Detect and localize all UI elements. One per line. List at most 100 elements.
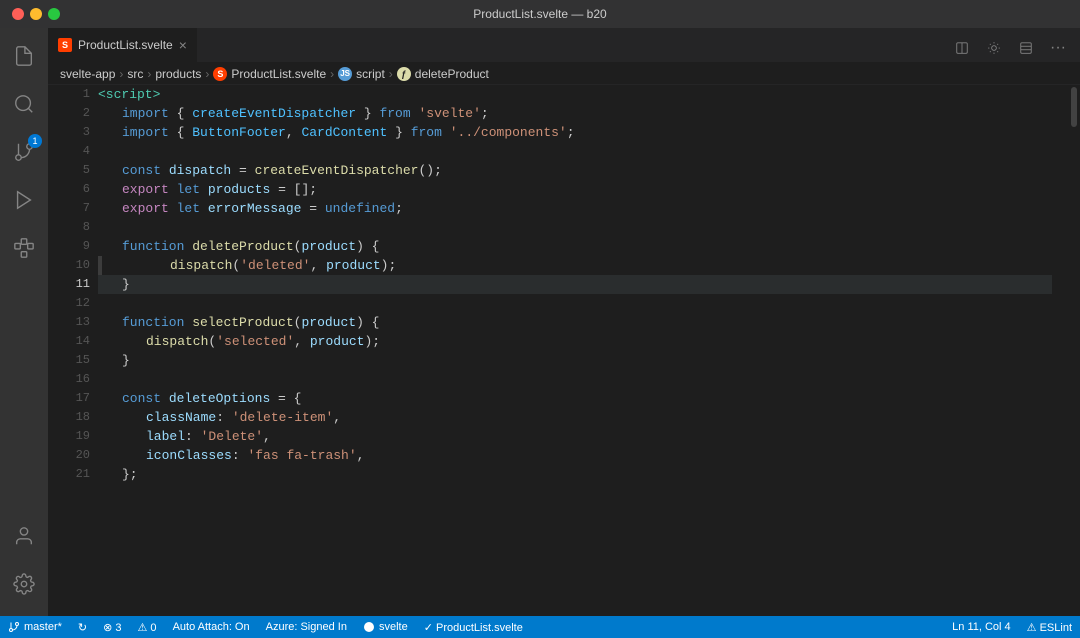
line-num-7: 7 [48,199,90,218]
svelte-item[interactable]: svelte [355,616,416,638]
cursor-position: Ln 11, Col 4 [952,621,1011,633]
svelte-label: svelte [379,621,408,633]
line-num-1: 1 [48,85,90,104]
sidebar-item-run[interactable] [0,176,48,224]
code-line-4 [98,142,1052,161]
code-line-8 [98,218,1052,237]
breadcrumb-src[interactable]: src [127,67,143,81]
azure-item[interactable]: Azure: Signed In [258,616,355,638]
maximize-button[interactable] [48,8,60,20]
line-num-5: 5 [48,161,90,180]
code-editor[interactable]: 1 2 3 4 5 6 7 8 9 10 11 12 13 14 15 16 1… [48,85,1080,616]
code-line-6: export let products = []; [98,180,1052,199]
code-line-5: const dispatch = createEventDispatcher()… [98,161,1052,180]
settings-button[interactable] [980,34,1008,62]
source-control-badge: 1 [28,134,42,148]
warnings-item[interactable]: ⚠ 0 [130,616,165,638]
code-line-10: dispatch('deleted', product); [98,256,1052,275]
breadcrumb-script-icon: JS [338,67,352,81]
sidebar-item-files[interactable] [0,32,48,80]
scrollbar-track[interactable] [1068,85,1080,616]
line-num-16: 16 [48,370,90,389]
line-num-2: 2 [48,104,90,123]
status-left: master* ↻ ⊗ 3 ⚠ 0 Auto Attach: On Azure:… [0,616,531,638]
code-line-1: <script> [98,85,1052,104]
close-button[interactable] [12,8,24,20]
line-num-18: 18 [48,408,90,427]
activity-bar-bottom [0,512,48,616]
line-num-15: 15 [48,351,90,370]
autoattach-label: Auto Attach: On [173,621,250,633]
line-num-9: 9 [48,237,90,256]
errors-item[interactable]: ⊗ 3 [95,616,129,638]
code-line-17: const deleteOptions = { [98,389,1052,408]
code-line-19: label: 'Delete', [98,427,1052,446]
breadcrumb-function[interactable]: deleteProduct [415,67,489,81]
tab-close-button[interactable]: × [179,37,187,53]
code-line-13: function selectProduct(product) { [98,313,1052,332]
code-line-11: } [98,275,1052,294]
line-num-17: 17 [48,389,90,408]
settings-icon[interactable] [0,560,48,608]
sidebar-item-extensions[interactable] [0,224,48,272]
file-tab[interactable]: S ProductList.svelte × [48,28,198,62]
minimize-button[interactable] [30,8,42,20]
line-num-4: 4 [48,142,90,161]
eslint-item[interactable]: ⚠ ESLint [1019,616,1080,638]
code-line-15: } [98,351,1052,370]
eslint-label: ⚠ ESLint [1027,621,1072,634]
editor-area: S ProductList.svelte × [48,28,1080,616]
sync-button[interactable]: ↻ [70,616,95,638]
breadcrumb-func-icon: ƒ [397,67,411,81]
code-line-18: className: 'delete-item', [98,408,1052,427]
code-line-12 [98,294,1052,313]
branch-item[interactable]: master* [0,616,70,638]
code-line-20: iconClasses: 'fas fa-trash', [98,446,1052,465]
line-num-11: 11 [48,275,90,294]
split-editor-button[interactable] [948,34,976,62]
code-line-3: import { ButtonFooter, CardContent } fro… [98,123,1052,142]
layout-button[interactable] [1012,34,1040,62]
breadcrumb-script[interactable]: script [356,67,385,81]
code-line-21: }; [98,465,1052,484]
titlebar: ProductList.svelte — b20 [0,0,1080,28]
status-right: Ln 11, Col 4 ⚠ ESLint [944,616,1080,638]
line-num-6: 6 [48,180,90,199]
tab-filename: ProductList.svelte [78,38,173,52]
code-content: <script> import { createEventDispatcher … [98,85,1068,616]
traffic-lights [12,8,60,20]
branch-name: master* [24,621,62,633]
line-num-3: 3 [48,123,90,142]
account-icon[interactable] [0,512,48,560]
tab-bar: S ProductList.svelte × [48,28,1080,63]
azure-label: Azure: Signed In [266,621,347,633]
window-title: ProductList.svelte — b20 [473,7,606,21]
breadcrumb-svelte-app[interactable]: svelte-app [60,67,115,81]
more-actions-button[interactable]: ··· [1044,34,1072,62]
position-item[interactable]: Ln 11, Col 4 [944,616,1019,638]
breadcrumb-products[interactable]: products [155,67,201,81]
line-num-14: 14 [48,332,90,351]
breadcrumb-svelte-icon: S [213,67,227,81]
autoattach-item[interactable]: Auto Attach: On [165,616,258,638]
status-bar: master* ↻ ⊗ 3 ⚠ 0 Auto Attach: On Azure:… [0,616,1080,638]
sidebar-item-source-control[interactable]: 1 [0,128,48,176]
warnings-count: ⚠ 0 [138,621,157,634]
svelte-check-item[interactable]: ✓ ProductList.svelte [416,616,531,638]
scrollbar-thumb[interactable] [1071,87,1077,127]
line-num-19: 19 [48,427,90,446]
line-numbers: 1 2 3 4 5 6 7 8 9 10 11 12 13 14 15 16 1… [48,85,98,616]
breadcrumb: svelte-app › src › products › S ProductL… [48,63,1080,85]
line-num-12: 12 [48,294,90,313]
svelte-check-label: ✓ ProductList.svelte [424,621,523,634]
sidebar-item-search[interactable] [0,80,48,128]
activity-bar: 1 [0,28,48,616]
tab-actions: ··· [948,34,1080,62]
line-num-20: 20 [48,446,90,465]
code-line-9: function deleteProduct(product) { [98,237,1052,256]
main-layout: 1 [0,28,1080,616]
errors-count: ⊗ 3 [103,621,121,634]
line-num-10: 10 [48,256,90,275]
line-num-13: 13 [48,313,90,332]
breadcrumb-filename[interactable]: ProductList.svelte [231,67,326,81]
